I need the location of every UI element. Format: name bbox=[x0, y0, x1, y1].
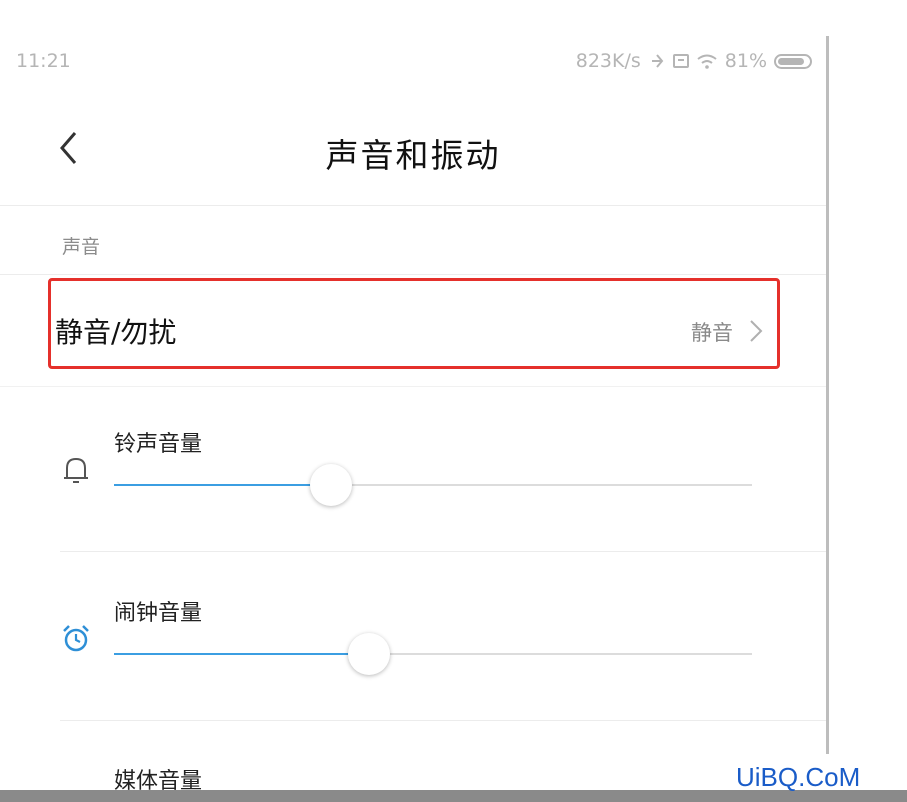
section-divider bbox=[0, 274, 826, 275]
ring-volume-thumb[interactable] bbox=[309, 464, 352, 506]
alarm-volume-label: 闹钟音量 bbox=[114, 601, 203, 626]
settings-screen: 11:21 823K/s 81% 声音和振动 声音 静音/勿扰 静音 铃声音量 bbox=[0, 0, 826, 790]
ring-volume-label: 铃声音量 bbox=[114, 432, 203, 457]
network-speed: 823K/s bbox=[575, 50, 641, 72]
battery-percentage: 81% bbox=[724, 50, 767, 72]
ring-volume-fill bbox=[114, 484, 331, 486]
media-volume-label: 媒体音量 bbox=[114, 769, 203, 790]
alarm-volume-fill bbox=[114, 653, 370, 655]
mute-dnd-value: 静音 bbox=[691, 321, 733, 345]
row-divider bbox=[0, 386, 826, 387]
alarm-volume-slider[interactable] bbox=[114, 633, 752, 675]
alarm-status-icon bbox=[651, 54, 664, 68]
header-divider bbox=[0, 205, 826, 206]
page-title: 声音和振动 bbox=[325, 136, 501, 175]
chevron-right-icon bbox=[750, 320, 763, 342]
mute-dnd-row[interactable]: 静音/勿扰 静音 bbox=[48, 278, 780, 369]
row-divider bbox=[60, 551, 826, 552]
alarm-clock-icon bbox=[63, 625, 89, 652]
wifi-icon bbox=[697, 54, 717, 69]
status-icons: 823K/s 81% bbox=[576, 50, 812, 72]
screen-edge bbox=[826, 36, 829, 754]
status-time: 11:21 bbox=[16, 50, 71, 72]
row-divider bbox=[60, 720, 826, 721]
sim-card-icon bbox=[672, 54, 689, 68]
mute-dnd-label: 静音/勿扰 bbox=[55, 316, 177, 349]
section-label-sound: 声音 bbox=[62, 236, 101, 258]
bell-icon bbox=[64, 457, 88, 483]
alarm-volume-thumb[interactable] bbox=[348, 633, 391, 675]
watermark: UiBQ.CoM bbox=[736, 762, 861, 792]
battery-icon bbox=[774, 53, 812, 69]
ring-volume-slider[interactable] bbox=[114, 464, 752, 506]
